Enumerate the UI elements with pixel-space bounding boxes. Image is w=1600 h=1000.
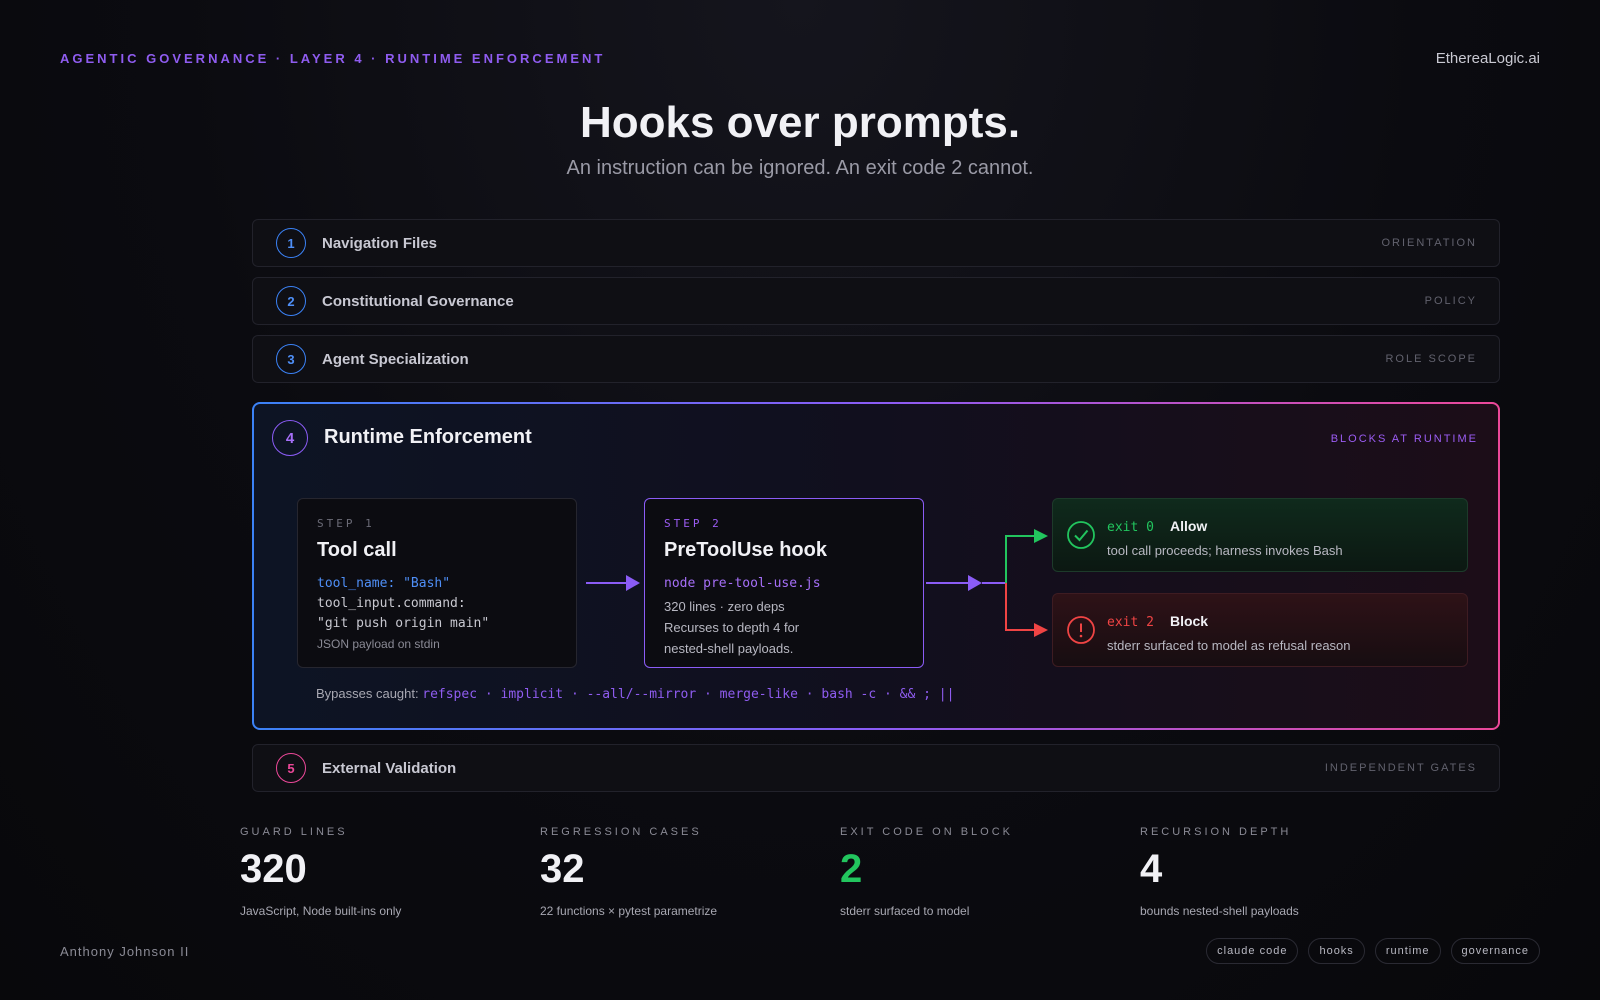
layer-number-badge: 3: [276, 344, 306, 374]
tag-runtime: runtime: [1374, 938, 1441, 964]
step-title: PreToolUse hook: [664, 539, 827, 561]
hook-recursion-note: Recurses to depth 4 for: [664, 620, 800, 635]
eyebrow-label: AGENTIC GOVERNANCE · LAYER 4 · RUNTIME E…: [60, 51, 606, 66]
layer-title: External Validation: [322, 759, 457, 777]
step-title: Tool call: [317, 539, 397, 561]
allow-branch-line: [1005, 535, 1036, 583]
bypasses-list: refspec · implicit · --all/--mirror · me…: [422, 687, 955, 702]
stat-label: REGRESSION CASES: [540, 826, 702, 838]
arrow-head: [968, 575, 982, 591]
layer-tag: INDEPENDENT GATES: [1324, 762, 1477, 774]
payload-note: JSON payload on stdin: [317, 637, 440, 651]
stat-exit-code-on-block: EXIT CODE ON BLOCK 2 stderr surfaced to …: [840, 826, 1120, 918]
tag-list: claude code hooks runtime governance: [1206, 938, 1540, 964]
step-card-tool-call: STEP 1 Tool call tool_name: "Bash" tool_…: [297, 498, 577, 668]
layer-tag: ORIENTATION: [1381, 237, 1477, 249]
layer-tag: BLOCKS AT RUNTIME: [1330, 433, 1478, 445]
stat-guard-lines: GUARD LINES 320 JavaScript, Node built-i…: [240, 826, 520, 918]
outcome-name: Block: [1169, 613, 1209, 629]
code-hook-command: node pre-tool-use.js: [664, 576, 821, 591]
author-name: Anthony Johnson II: [60, 944, 190, 959]
block-branch-line: [1005, 583, 1036, 631]
brand-name: EthereaLogic.ai: [1435, 50, 1540, 67]
check-circle-icon: [1067, 521, 1095, 549]
layer-row-navigation-files: 1 Navigation Files ORIENTATION: [252, 219, 1500, 267]
exit-code-allow: exit 0: [1107, 520, 1154, 535]
outcome-block: exit 2 Block stderr surfaced to model as…: [1052, 593, 1468, 667]
block-arrow-head: [1034, 623, 1048, 637]
layer-row-agent-specialization: 3 Agent Specialization ROLE SCOPE: [252, 335, 1500, 383]
outcome-allow: exit 0 Allow tool call proceeds; harness…: [1052, 498, 1468, 572]
step-label: STEP 2: [664, 517, 722, 530]
layer-number-badge: 2: [276, 286, 306, 316]
allow-arrow-head: [1034, 529, 1048, 543]
outcome-description: stderr surfaced to model as refusal reas…: [1107, 638, 1351, 653]
layer-panel-runtime-enforcement: 4 Runtime Enforcement BLOCKS AT RUNTIME …: [252, 402, 1500, 730]
page-title: Hooks over prompts.: [579, 98, 1021, 147]
layer-number-badge: 4: [272, 420, 308, 456]
stat-value: 32: [540, 847, 585, 891]
outcome-name: Allow: [1169, 518, 1208, 534]
tag-hooks: hooks: [1308, 938, 1365, 964]
stat-recursion-depth: RECURSION DEPTH 4 bounds nested-shell pa…: [1140, 826, 1420, 918]
exit-code-block: exit 2: [1107, 615, 1154, 630]
outcome-description: tool call proceeds; harness invokes Bash: [1107, 543, 1343, 558]
layer-number-badge: 1: [276, 228, 306, 258]
layer-title: Navigation Files: [322, 234, 438, 252]
stat-value: 320: [240, 847, 307, 891]
layer-tag: ROLE SCOPE: [1385, 353, 1477, 365]
tag-governance: governance: [1450, 938, 1540, 964]
layer-tag: POLICY: [1424, 295, 1477, 307]
page-subtitle: An instruction can be ignored. An exit c…: [566, 157, 1034, 179]
stat-regression-cases: REGRESSION CASES 32 22 functions × pytes…: [540, 826, 820, 918]
alert-circle-icon: [1067, 616, 1095, 644]
arrow-step1-to-step2: [586, 575, 640, 591]
code-tool-input: tool_input.command:: [317, 596, 466, 611]
stat-value: 2: [840, 847, 863, 891]
stat-value: 4: [1140, 847, 1163, 891]
step-label: STEP 1: [317, 517, 375, 530]
layer-row-external-validation: 5 External Validation INDEPENDENT GATES: [252, 744, 1500, 792]
layer-number-badge: 5: [276, 753, 306, 783]
stat-description: stderr surfaced to model: [840, 904, 970, 918]
hook-recursion-note-cont: nested-shell payloads.: [664, 641, 794, 656]
layer-row-constitutional-governance: 2 Constitutional Governance POLICY: [252, 277, 1500, 325]
stat-label: EXIT CODE ON BLOCK: [840, 826, 1013, 838]
step-card-pretooluse-hook: STEP 2 PreToolUse hook node pre-tool-use…: [644, 498, 924, 668]
stat-description: bounds nested-shell payloads: [1140, 904, 1299, 918]
hook-line-count: 320 lines · zero deps: [664, 599, 785, 614]
stat-description: JavaScript, Node built-ins only: [240, 904, 402, 918]
bypasses-label: Bypasses caught:: [316, 686, 419, 701]
layer-title: Agent Specialization: [322, 350, 469, 368]
bypasses-caught: Bypasses caught: refspec · implicit · --…: [316, 686, 954, 702]
arrow-head: [626, 575, 640, 591]
stat-description: 22 functions × pytest parametrize: [540, 904, 718, 918]
code-command: "git push origin main": [317, 616, 490, 631]
layer-title: Runtime Enforcement: [324, 426, 532, 448]
branch-arrows: [926, 529, 1048, 637]
stat-label: RECURSION DEPTH: [1140, 826, 1292, 838]
stat-label: GUARD LINES: [240, 826, 348, 838]
layer-title: Constitutional Governance: [322, 292, 514, 310]
code-tool-name: tool_name: "Bash": [317, 576, 451, 591]
tag-claude-code: claude code: [1206, 938, 1299, 964]
